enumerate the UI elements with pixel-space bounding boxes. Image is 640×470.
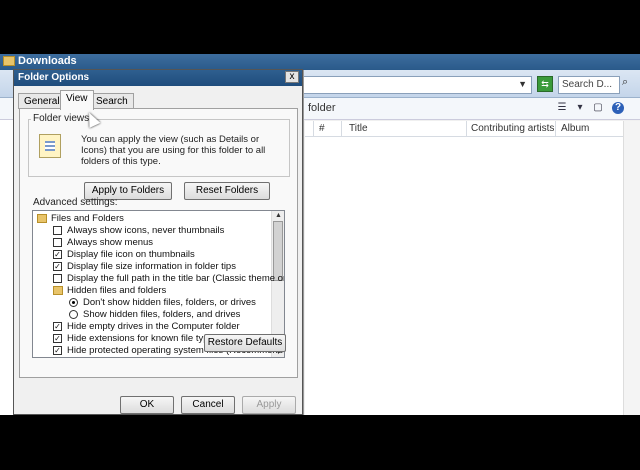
preview-pane-icon[interactable]: ▢ <box>592 102 604 114</box>
folder-options-dialog: Folder Options x General View Search Fol… <box>13 69 303 415</box>
checkbox-checked[interactable]: ✓ <box>53 322 62 331</box>
file-list[interactable] <box>305 137 640 415</box>
column-separator[interactable] <box>341 121 342 137</box>
column-header-number[interactable]: # <box>319 123 325 134</box>
reset-folders-button[interactable]: Reset Folders <box>184 182 270 200</box>
restore-defaults-button[interactable]: Restore Defaults <box>204 334 286 352</box>
screen: Downloads ▼ ⇆ Search D... ⌕ folder ☰ ▾ ▢… <box>0 54 640 415</box>
checkbox-checked[interactable]: ✓ <box>53 346 62 355</box>
close-button[interactable]: x <box>285 71 299 83</box>
dialog-title: Folder Options <box>18 72 90 83</box>
ok-button[interactable]: OK <box>120 396 174 414</box>
column-separator[interactable] <box>466 121 467 137</box>
view-tab-panel: Folder views You can apply the view (suc… <box>19 108 298 378</box>
dialog-title-bar: Folder Options x <box>14 70 302 86</box>
folder-icon <box>37 214 47 223</box>
checkbox-unchecked[interactable] <box>53 238 62 247</box>
column-headers: # Title Contributing artists Album <box>305 121 640 137</box>
scroll-thumb[interactable] <box>273 221 283 281</box>
explorer-title-bar: Downloads <box>0 54 640 70</box>
explorer-title: Downloads <box>18 55 77 67</box>
setting-label: Display file size information in folder … <box>67 261 236 272</box>
column-header-title[interactable]: Title <box>349 123 368 134</box>
folder-views-description: You can apply the view (such as Details … <box>81 134 266 167</box>
help-icon[interactable]: ? <box>612 102 624 114</box>
setting-label: Always show menus <box>67 237 154 248</box>
setting-label: Files and Folders <box>51 213 124 224</box>
folder-views-label: Folder views <box>31 113 92 124</box>
column-header-artists[interactable]: Contributing artists <box>471 123 554 134</box>
checkbox-checked[interactable]: ✓ <box>53 262 62 271</box>
chevron-down-icon[interactable]: ▼ <box>518 79 527 89</box>
tab-search[interactable]: Search <box>90 93 134 109</box>
radio-unselected[interactable] <box>69 310 78 319</box>
tab-view[interactable]: View <box>60 90 94 110</box>
tab-general[interactable]: General <box>18 93 66 109</box>
cancel-button[interactable]: Cancel <box>181 396 235 414</box>
refresh-icon[interactable]: ⇆ <box>537 76 553 92</box>
scrollbar[interactable] <box>623 121 640 415</box>
setting-label: Don't show hidden files, folders, or dri… <box>83 297 256 308</box>
apply-button[interactable]: Apply <box>242 396 296 414</box>
setting-label: Hidden files and folders <box>67 285 167 296</box>
advanced-settings-label: Advanced settings: <box>33 197 118 208</box>
setting-label: Hide extensions for known file types <box>67 333 219 344</box>
breadcrumb: folder <box>308 102 336 114</box>
folder-views-icon <box>39 134 61 158</box>
views-icon[interactable]: ☰ <box>556 102 568 114</box>
folder-icon <box>53 286 63 295</box>
scroll-up-icon[interactable]: ▲ <box>274 211 283 220</box>
setting-label: Display the full path in the title bar (… <box>67 273 285 284</box>
setting-label: Always show icons, never thumbnails <box>67 225 225 236</box>
radio-selected[interactable] <box>69 298 78 307</box>
setting-label: Hide empty drives in the Computer folder <box>67 321 240 332</box>
column-separator[interactable] <box>313 121 314 137</box>
checkbox-unchecked[interactable] <box>53 274 62 283</box>
chevron-down-icon[interactable]: ▾ <box>574 102 586 114</box>
search-input[interactable]: Search D... <box>558 76 620 94</box>
checkbox-checked[interactable]: ✓ <box>53 334 62 343</box>
folder-icon <box>3 56 15 66</box>
folder-views-group: Folder views You can apply the view (suc… <box>28 113 290 177</box>
checkbox-unchecked[interactable] <box>53 226 62 235</box>
column-separator[interactable] <box>555 121 556 137</box>
setting-label: Show hidden files, folders, and drives <box>83 309 241 320</box>
address-bar[interactable]: ▼ <box>300 76 532 94</box>
setting-label: Display file icon on thumbnails <box>67 249 195 260</box>
search-icon[interactable]: ⌕ <box>622 76 636 94</box>
column-header-album[interactable]: Album <box>561 123 589 134</box>
checkbox-checked[interactable]: ✓ <box>53 250 62 259</box>
